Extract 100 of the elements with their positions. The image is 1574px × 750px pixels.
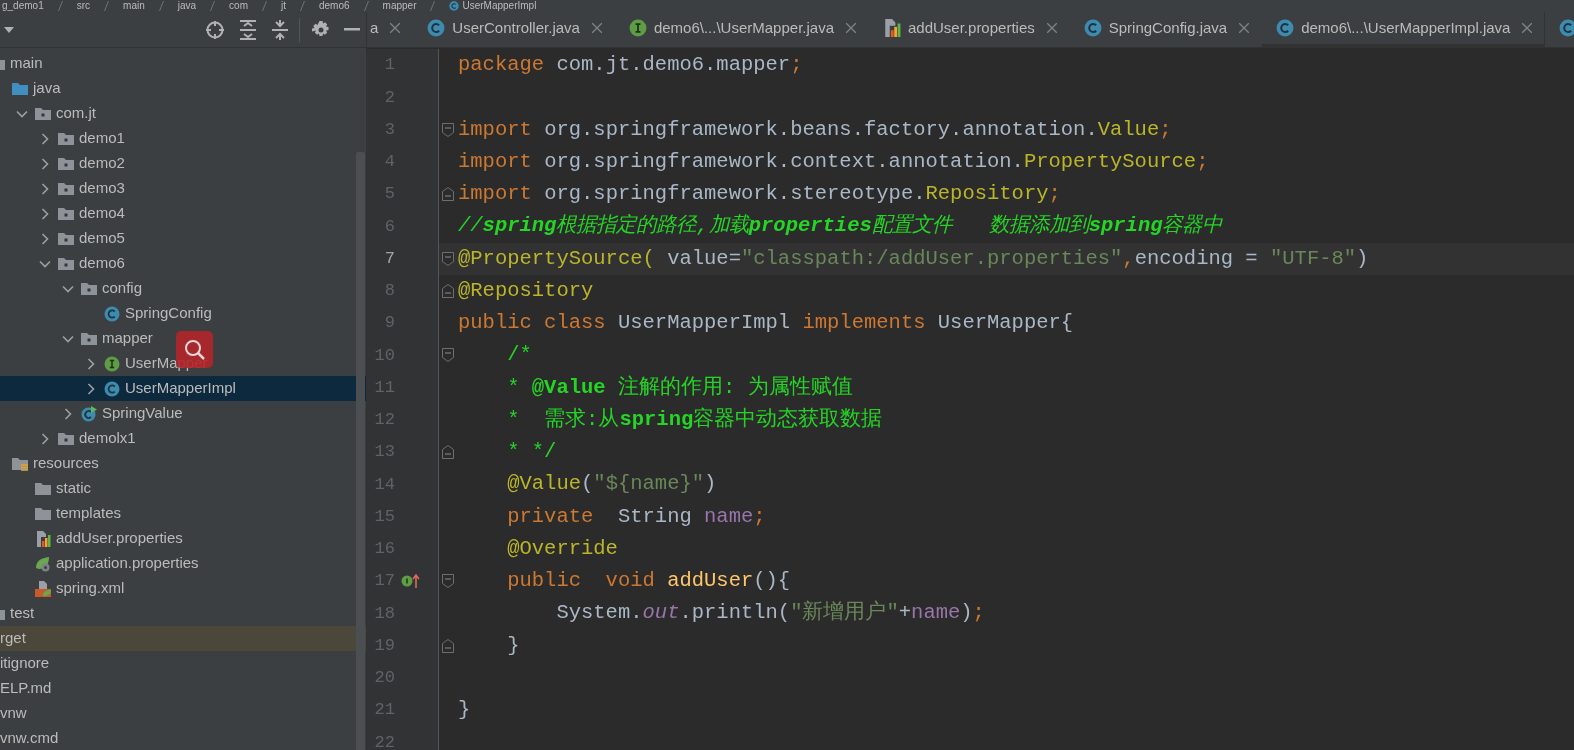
close-icon[interactable] <box>591 23 602 33</box>
class-icon <box>1559 19 1574 37</box>
tree-item[interactable]: demo6 <box>0 251 366 276</box>
code-line: /* <box>506 342 532 369</box>
breadcrumb-item[interactable]: jt <box>281 0 286 12</box>
code-line: public class UserMapperImpl implements UserMapper{ <box>458 310 1074 337</box>
spring-file-icon <box>35 555 51 572</box>
package-icon <box>58 255 74 272</box>
minimize-icon[interactable] <box>344 28 360 31</box>
line-number: 7 <box>383 247 395 270</box>
tree-item[interactable]: demo3 <box>0 176 366 201</box>
tree-item[interactable]: java <box>0 76 366 101</box>
code-line: System.out.println("新增用户"+name); <box>555 599 985 627</box>
code-line: @PropertySource( value="classpath:/addUser.properties",encoding = "UTF-8") <box>458 245 1369 272</box>
tree-item[interactable]: UserMapperImpl <box>0 376 366 401</box>
fold-marker-icon[interactable] <box>442 283 454 298</box>
dropdown-caret-icon[interactable] <box>4 26 14 33</box>
implements-marker-icon[interactable] <box>401 573 421 590</box>
code-line: //spring根据指定的路径,加载properties配置文件 数据添加到spring容器中 <box>458 212 1223 240</box>
package-icon <box>58 130 74 147</box>
tree-item[interactable]: mapper <box>0 326 366 351</box>
tree-item[interactable]: itignore <box>0 651 366 676</box>
fold-marker-icon[interactable] <box>442 638 454 653</box>
tree-item[interactable]: resources <box>0 451 366 476</box>
tree-item[interactable]: test <box>0 601 366 626</box>
close-icon[interactable] <box>390 23 401 33</box>
settings-icon[interactable] <box>312 20 330 39</box>
tree-item[interactable]: rget <box>0 626 366 651</box>
code-line: } <box>458 697 471 724</box>
class-icon <box>1083 19 1102 37</box>
code-line: *@Value 注解的作用: 为属性赋值 <box>506 374 853 401</box>
close-icon[interactable] <box>1239 23 1250 33</box>
code-line: package com.jt.demo6.mapper; <box>458 52 803 79</box>
breadcrumb-item[interactable]: demo6 <box>319 0 350 12</box>
close-icon[interactable] <box>1522 23 1533 33</box>
runnable-class-icon <box>81 405 97 422</box>
breadcrumb-item[interactable]: main <box>123 0 145 12</box>
package-icon <box>58 430 74 447</box>
tree-item[interactable]: config <box>0 276 366 301</box>
code-line: * 需求:从spring容器中动态获取数据 <box>506 406 883 433</box>
close-icon[interactable] <box>846 23 856 33</box>
package-icon <box>58 155 74 172</box>
folder-icon <box>12 80 28 97</box>
tree-item[interactable]: vnw <box>0 701 366 726</box>
package-icon <box>58 205 74 222</box>
tree-item[interactable]: spring.xml <box>0 576 366 601</box>
fold-marker-icon[interactable] <box>442 348 454 363</box>
code-line: @Repository <box>458 277 594 304</box>
tree-item[interactable]: static <box>0 476 366 501</box>
properties-file-icon <box>883 19 901 37</box>
tree-item[interactable]: application.properties <box>0 551 366 576</box>
editor-tab[interactable]: UserController.java <box>413 12 615 47</box>
breadcrumb-item[interactable]: mapper <box>382 0 417 12</box>
tree-item[interactable]: vnw.cmd <box>0 726 366 750</box>
editor-tab[interactable]: SpringConfig.java <box>1069 12 1263 47</box>
breadcrumb-item[interactable]: UserMapperImpl <box>449 0 537 12</box>
tree-item[interactable]: demolx1 <box>0 426 366 451</box>
package-icon <box>58 180 74 197</box>
code-line: @Value("${name}") <box>506 471 717 498</box>
locate-icon[interactable] <box>205 19 225 40</box>
editor-tab[interactable]: a <box>367 12 414 47</box>
tree-item[interactable]: demo4 <box>0 201 366 226</box>
separator-icon <box>210 1 216 11</box>
separator-icon <box>57 1 63 11</box>
tree-item[interactable]: demo5 <box>0 226 366 251</box>
separator-icon <box>430 1 436 11</box>
editor-tab[interactable]: addUser.properties <box>869 12 1070 47</box>
separator-icon <box>104 1 110 11</box>
fold-marker-icon[interactable] <box>442 445 454 460</box>
class-icon <box>427 19 446 37</box>
code-line: import org.springframework.context.annotation.PropertySource; <box>458 148 1209 175</box>
code-line: import org.springframework.stereotype.Repository; <box>458 181 1061 208</box>
editor-tab[interactable]: demo6\...\UserMapper.java <box>614 12 869 47</box>
tree-item[interactable]: main <box>0 51 366 76</box>
breadcrumb-item[interactable]: g_demo1 <box>2 0 44 12</box>
fold-marker-icon[interactable] <box>442 187 454 202</box>
fold-marker-icon[interactable] <box>442 122 454 137</box>
breadcrumb-item[interactable]: java <box>177 0 197 12</box>
collapse-all-icon[interactable] <box>271 19 289 40</box>
tree-item[interactable]: SpringConfig <box>0 301 366 326</box>
tree-item[interactable]: addUser.properties <box>0 526 366 551</box>
breadcrumb-item[interactable]: src <box>76 0 91 12</box>
separator-icon <box>158 1 164 11</box>
breadcrumb-item[interactable]: com <box>229 0 248 12</box>
tree-item[interactable]: demo1 <box>0 126 366 151</box>
tree-item[interactable]: demo2 <box>0 151 366 176</box>
close-icon[interactable] <box>1046 23 1057 33</box>
code-line: import org.springframework.beans.factory.annotation.Value; <box>458 116 1172 143</box>
scrollbar[interactable] <box>356 152 365 750</box>
tree-item[interactable]: ELP.md <box>0 676 366 701</box>
code-line: } <box>506 632 520 659</box>
tree-item[interactable]: templates <box>0 501 366 526</box>
fold-marker-icon[interactable] <box>442 574 454 589</box>
fold-marker-icon[interactable] <box>442 251 454 266</box>
tree-item[interactable]: SpringValue <box>0 401 366 426</box>
package-icon <box>81 330 97 347</box>
tree-item[interactable]: com.jt <box>0 101 366 126</box>
separator-icon <box>300 1 305 11</box>
expand-all-icon[interactable] <box>239 19 257 40</box>
editor-tab[interactable]: demo6\...\UserMapperImpl.java <box>1262 12 1546 47</box>
